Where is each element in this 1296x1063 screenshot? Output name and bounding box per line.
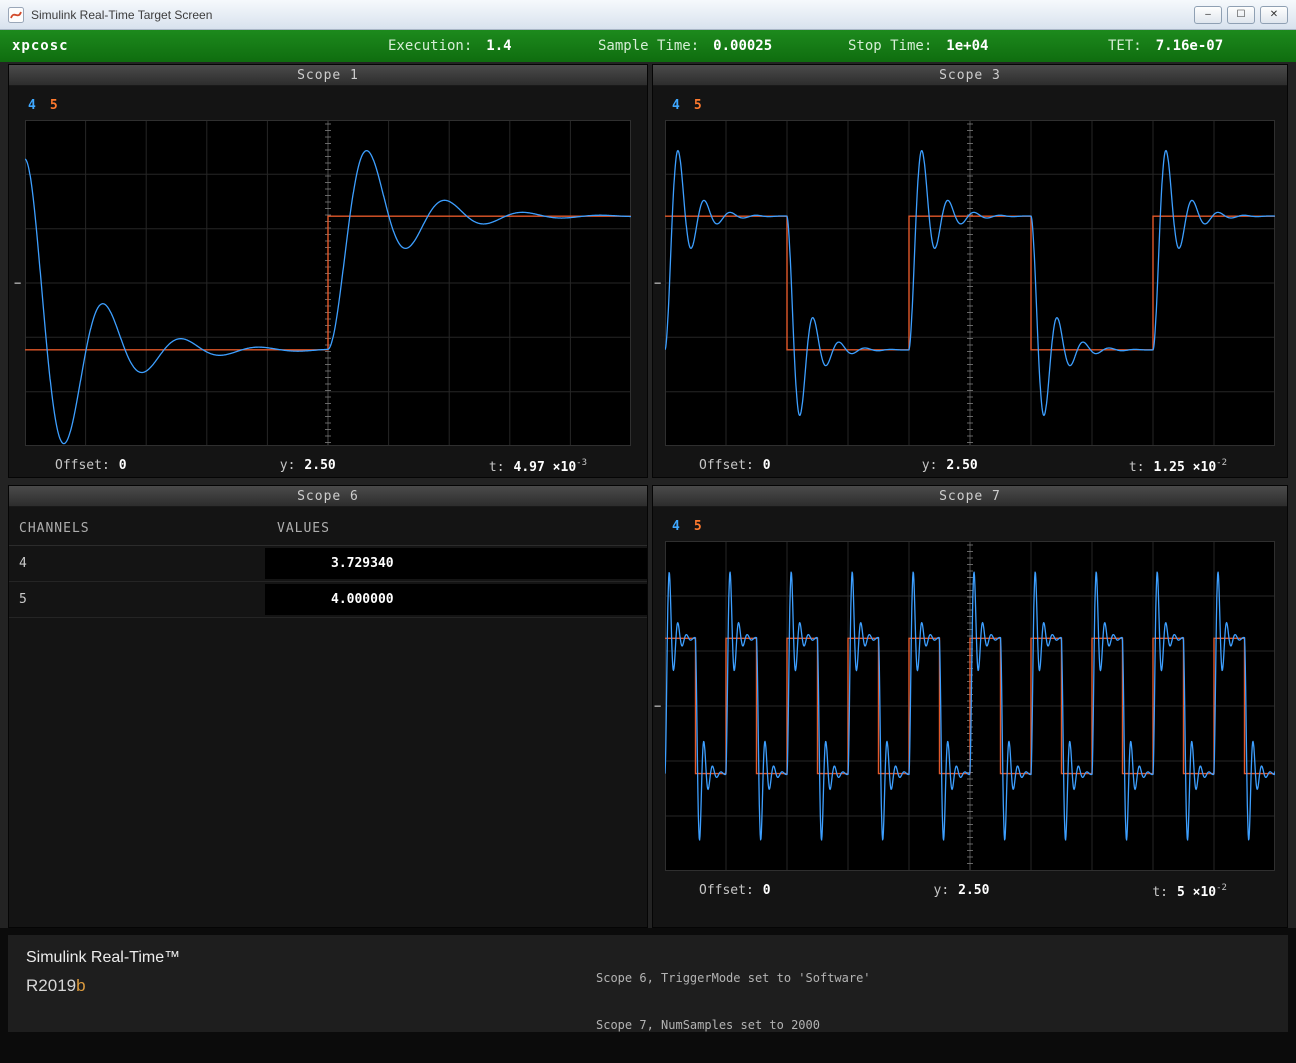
channel-4-label: 4 bbox=[28, 98, 36, 113]
product-name: Simulink Real-Time™ bbox=[26, 949, 596, 967]
status-bar: xpcosc Execution: 1.4 Sample Time: 0.00025… bbox=[0, 30, 1296, 62]
tet-label: TET: bbox=[1108, 38, 1142, 54]
scope1-title: Scope 1 bbox=[9, 65, 647, 86]
scope-panel-1: Scope 1 4 5 − Offset:0 y:2.50 t:4.97 ×10… bbox=[8, 64, 648, 478]
minimize-button[interactable]: – bbox=[1194, 6, 1222, 24]
app-window: Simulink Real-Time Target Screen – ☐ ✕ x… bbox=[0, 0, 1296, 1063]
scope-panel-7: Scope 7 4 5 − Offset:0 y:2.50 t:5 ×10-2 bbox=[652, 485, 1288, 928]
channel-4-label: 4 bbox=[672, 519, 680, 534]
offset-readout: Offset:0 bbox=[55, 458, 127, 475]
values-column-header: VALUES bbox=[265, 521, 330, 536]
scope7-title: Scope 7 bbox=[653, 486, 1287, 507]
close-icon: ✕ bbox=[1270, 7, 1278, 23]
channel-4-label: 4 bbox=[672, 98, 680, 113]
scope3-footer: Offset:0 y:2.50 t:1.25 ×10-2 bbox=[653, 446, 1287, 475]
y-axis-marker: − bbox=[654, 699, 661, 713]
channel-5-label: 5 bbox=[694, 98, 702, 113]
bottom-area: Simulink Real-Time™ R2019b Scope 6, Trig… bbox=[0, 928, 1296, 1063]
channel-value: 4.000000 bbox=[265, 584, 647, 615]
scope-panel-3: Scope 3 4 5 − Offset:0 y:2.50 t:1.25 ×10… bbox=[652, 64, 1288, 478]
title-bar: Simulink Real-Time Target Screen – ☐ ✕ bbox=[0, 0, 1296, 30]
close-button[interactable]: ✕ bbox=[1260, 6, 1288, 24]
sample-time-value: 0.00025 bbox=[713, 38, 772, 54]
scope-grid: Scope 1 4 5 − Offset:0 y:2.50 t:4.97 ×10… bbox=[0, 62, 1296, 928]
window-title: Simulink Real-Time Target Screen bbox=[31, 8, 1189, 22]
scope7-plot bbox=[665, 541, 1275, 871]
scope6-table: CHANNELS VALUES 4 3.729340 5 4.000000 bbox=[9, 507, 647, 618]
scope1-plot-area: − bbox=[25, 120, 631, 446]
t-readout: t:4.97 ×10-3 bbox=[489, 458, 587, 475]
scope1-plot bbox=[25, 120, 631, 446]
scope7-plot-area: − bbox=[665, 541, 1275, 871]
channel-id: 5 bbox=[9, 592, 265, 607]
channel-5-label: 5 bbox=[694, 519, 702, 534]
stop-time-label: Stop Time: bbox=[848, 38, 932, 54]
scope3-title: Scope 3 bbox=[653, 65, 1287, 86]
scope1-channel-labels: 4 5 bbox=[28, 98, 647, 113]
maximize-button[interactable]: ☐ bbox=[1227, 6, 1255, 24]
y-readout: y:2.50 bbox=[280, 458, 336, 475]
tet-value: 7.16e-07 bbox=[1156, 38, 1223, 54]
sample-time-field: Sample Time: 0.00025 bbox=[598, 30, 772, 62]
maximize-icon: ☐ bbox=[1237, 7, 1246, 23]
sample-time-label: Sample Time: bbox=[598, 38, 699, 54]
tet-field: TET: 7.16e-07 bbox=[1108, 30, 1223, 62]
log-line: Scope 7, NumSamples set to 2000 bbox=[596, 1018, 1288, 1034]
branding: Simulink Real-Time™ R2019b bbox=[8, 935, 596, 1032]
channel-id: 4 bbox=[9, 556, 265, 571]
scope6-table-header: CHANNELS VALUES bbox=[9, 521, 647, 546]
execution-field: Execution: 1.4 bbox=[388, 30, 512, 62]
log-line: Scope 6, TriggerMode set to 'Software' bbox=[596, 971, 1288, 987]
scope7-footer: Offset:0 y:2.50 t:5 ×10-2 bbox=[653, 871, 1287, 900]
table-row: 4 3.729340 bbox=[9, 546, 647, 582]
y-readout: y:2.50 bbox=[934, 883, 990, 900]
simulink-icon bbox=[8, 7, 24, 23]
y-axis-marker: − bbox=[654, 276, 661, 290]
stop-time-field: Stop Time: 1e+04 bbox=[848, 30, 988, 62]
t-readout: t:1.25 ×10-2 bbox=[1129, 458, 1227, 475]
t-readout: t:5 ×10-2 bbox=[1152, 883, 1227, 900]
scope6-title: Scope 6 bbox=[9, 486, 647, 507]
channel-value: 3.729340 bbox=[265, 548, 647, 579]
scope-panel-6: Scope 6 CHANNELS VALUES 4 3.729340 5 4.0… bbox=[8, 485, 648, 928]
minimize-icon: – bbox=[1205, 7, 1211, 23]
channels-column-header: CHANNELS bbox=[9, 521, 265, 536]
stop-time-value: 1e+04 bbox=[946, 38, 988, 54]
execution-value: 1.4 bbox=[486, 38, 511, 54]
bottom-panel: Simulink Real-Time™ R2019b Scope 6, Trig… bbox=[8, 935, 1288, 1032]
y-readout: y:2.50 bbox=[922, 458, 978, 475]
table-row: 5 4.000000 bbox=[9, 582, 647, 618]
y-axis-marker: − bbox=[14, 276, 21, 290]
message-log: Scope 6, TriggerMode set to 'Software' S… bbox=[596, 935, 1288, 1032]
model-name: xpcosc bbox=[12, 30, 69, 62]
scope3-plot bbox=[665, 120, 1275, 446]
scope3-plot-area: − bbox=[665, 120, 1275, 446]
offset-readout: Offset:0 bbox=[699, 458, 771, 475]
execution-label: Execution: bbox=[388, 38, 472, 54]
scope1-footer: Offset:0 y:2.50 t:4.97 ×10-3 bbox=[9, 446, 647, 475]
offset-readout: Offset:0 bbox=[699, 883, 771, 900]
scope7-channel-labels: 4 5 bbox=[672, 519, 1287, 534]
release-label: R2019b bbox=[26, 976, 596, 996]
scope3-channel-labels: 4 5 bbox=[672, 98, 1287, 113]
channel-5-label: 5 bbox=[50, 98, 58, 113]
